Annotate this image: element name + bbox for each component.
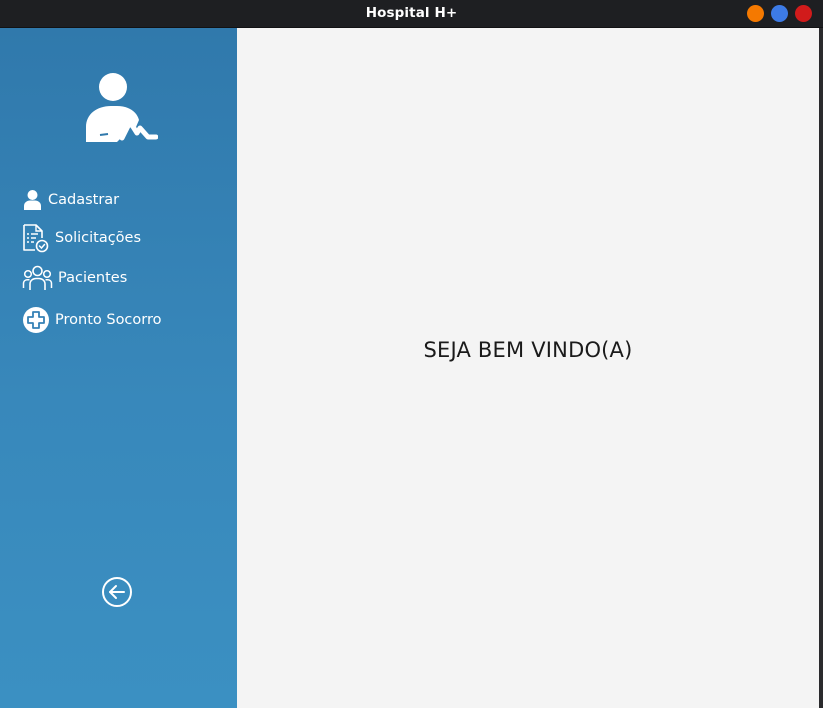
sidebar-item-solicitacoes[interactable]: Solicitações	[22, 223, 141, 253]
back-button[interactable]	[101, 576, 133, 608]
main-content: SEJA BEM VINDO(A)	[237, 28, 819, 708]
sidebar-item-label: Solicitações	[55, 230, 142, 246]
sidebar-item-label: Pronto Socorro	[55, 312, 162, 328]
sidebar-item-label: Pacientes	[58, 270, 128, 286]
sidebar-item-label: Cadastrar	[48, 192, 120, 208]
sidebar-item-pacientes[interactable]: Pacientes	[22, 263, 127, 293]
doctor-heartbeat-icon	[86, 73, 158, 142]
arrow-left-circle-icon	[102, 577, 132, 607]
title-bar: Hospital H+	[0, 0, 823, 28]
minimize-button[interactable]	[747, 5, 764, 22]
window-border	[819, 28, 823, 708]
window-title: Hospital H+	[365, 5, 458, 21]
document-check-icon	[22, 223, 50, 253]
app-window: Hospital H+ Cadastrar Solicitações Pacie…	[0, 0, 823, 708]
maximize-button[interactable]	[771, 5, 788, 22]
user-icon	[22, 189, 43, 211]
sidebar: Cadastrar Solicitações Pacientes Pronto …	[0, 28, 237, 708]
medical-cross-icon	[22, 306, 50, 334]
sidebar-item-cadastrar[interactable]: Cadastrar	[22, 185, 119, 215]
group-icon	[22, 264, 53, 292]
sidebar-item-pronto-socorro[interactable]: Pronto Socorro	[22, 305, 162, 335]
close-button[interactable]	[795, 5, 812, 22]
welcome-message: SEJA BEM VINDO(A)	[423, 338, 633, 362]
